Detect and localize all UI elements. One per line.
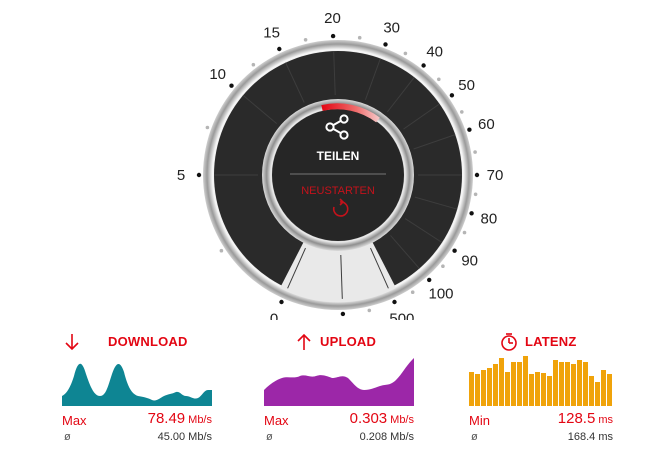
gauge-scale-label: 60 xyxy=(478,116,495,133)
upload-graph xyxy=(264,358,414,406)
gauge-minor-tick xyxy=(219,248,224,253)
gauge-scale-label: 5 xyxy=(177,167,185,184)
upload-avg-label: ø xyxy=(266,431,273,443)
download-max-label: Max xyxy=(62,413,87,428)
gauge-major-tick xyxy=(474,172,480,178)
gauge-minor-tick xyxy=(460,110,464,114)
download-avg-label: ø xyxy=(64,431,71,443)
gauge-scale-label: 40 xyxy=(426,43,443,60)
latency-min-value: 128.5 ms xyxy=(557,410,613,427)
gauge-minor-tick xyxy=(437,77,441,82)
gauge-scale-label: 100 xyxy=(428,286,453,303)
gauge-minor-tick xyxy=(205,125,210,130)
gauge-minor-tick xyxy=(367,308,372,313)
gauge-scale-label: 0 xyxy=(270,310,278,320)
stopwatch-icon xyxy=(501,333,517,351)
gauge-scale-label: 10 xyxy=(209,66,226,83)
upload-avg-row: ø 0.208 Mb/s xyxy=(264,430,414,446)
gauge-scale-label: 90 xyxy=(461,253,478,270)
gauge-minor-tick xyxy=(403,51,408,56)
arrow-down-icon xyxy=(65,334,79,351)
download-panel: DOWNLOAD Max 78.49 Mb/s ø 45.00 Mb/s xyxy=(62,330,212,460)
gauge-major-tick xyxy=(340,311,346,317)
download-max-value: 78.49 Mb/s xyxy=(147,410,212,427)
latency-graph xyxy=(469,356,612,406)
gauge-major-tick xyxy=(330,33,336,39)
gauge-minor-tick xyxy=(441,264,445,269)
upload-panel: UPLOAD Max 0.303 Mb/s ø 0.208 Mb/s xyxy=(264,330,414,460)
gauge-major-tick xyxy=(279,299,284,305)
gauge-major-tick xyxy=(392,299,397,305)
gauge-minor-tick xyxy=(357,35,362,40)
download-avg-row: ø 45.00 Mb/s xyxy=(62,430,212,446)
gauge-scale-label: 80 xyxy=(481,210,498,227)
latency-header: LATENZ xyxy=(469,330,613,354)
gauge-major-tick xyxy=(421,63,426,68)
gauge-minor-tick xyxy=(473,150,477,154)
download-avg-value: 45.00 Mb/s xyxy=(157,431,212,443)
latency-min-row: Min 128.5 ms xyxy=(469,410,613,430)
latency-avg-label: ø xyxy=(471,431,478,443)
gauge-major-tick xyxy=(383,42,388,47)
gauge-scale-label: 70 xyxy=(487,167,504,184)
upload-title: UPLOAD xyxy=(320,334,377,349)
gauge-major-tick xyxy=(229,83,234,88)
download-max-row: Max 78.49 Mb/s xyxy=(62,410,212,430)
download-header: DOWNLOAD xyxy=(62,330,212,354)
gauge-scale-label: 30 xyxy=(383,20,400,37)
gauge-major-tick xyxy=(277,46,282,52)
share-label[interactable]: TEILEN xyxy=(317,149,360,163)
latency-avg-row: ø 168.4 ms xyxy=(469,430,613,446)
gauge-scale-label: 500 xyxy=(389,310,414,320)
restart-label[interactable]: NEUSTARTEN xyxy=(301,185,375,197)
gauge-scale-label: 20 xyxy=(324,10,341,27)
latency-title: LATENZ xyxy=(525,334,577,349)
gauge-minor-tick xyxy=(462,230,467,235)
upload-avg-value: 0.208 Mb/s xyxy=(359,431,414,443)
upload-header: UPLOAD xyxy=(264,330,414,354)
gauge-minor-tick xyxy=(303,38,308,42)
latency-panel: LATENZ Min 128.5 ms ø 168.4 ms xyxy=(469,330,613,460)
upload-max-label: Max xyxy=(264,413,289,428)
download-graph xyxy=(62,363,212,406)
upload-max-value: 0.303 Mb/s xyxy=(349,410,414,427)
gauge-minor-tick xyxy=(251,62,256,67)
gauge-inner-face xyxy=(272,109,404,241)
gauge-major-tick xyxy=(196,172,202,178)
gauge-major-tick xyxy=(467,127,472,132)
speed-gauge: 05101520304050607080901005001Gb TEILEN N… xyxy=(177,10,504,320)
upload-max-row: Max 0.303 Mb/s xyxy=(264,410,414,430)
gauge-minor-tick xyxy=(410,290,415,295)
gauge-major-tick xyxy=(449,93,455,98)
latency-avg-value: 168.4 ms xyxy=(567,431,613,443)
latency-min-label: Min xyxy=(469,413,490,428)
gauge-major-tick xyxy=(427,277,432,283)
gauge-major-tick xyxy=(469,211,474,216)
download-title: DOWNLOAD xyxy=(108,334,188,349)
gauge-scale-label: 50 xyxy=(458,77,475,94)
gauge-minor-tick xyxy=(473,192,478,197)
gauge-scale-label: 15 xyxy=(263,25,280,42)
arrow-up-icon xyxy=(297,333,311,350)
gauge-major-tick xyxy=(452,248,457,253)
